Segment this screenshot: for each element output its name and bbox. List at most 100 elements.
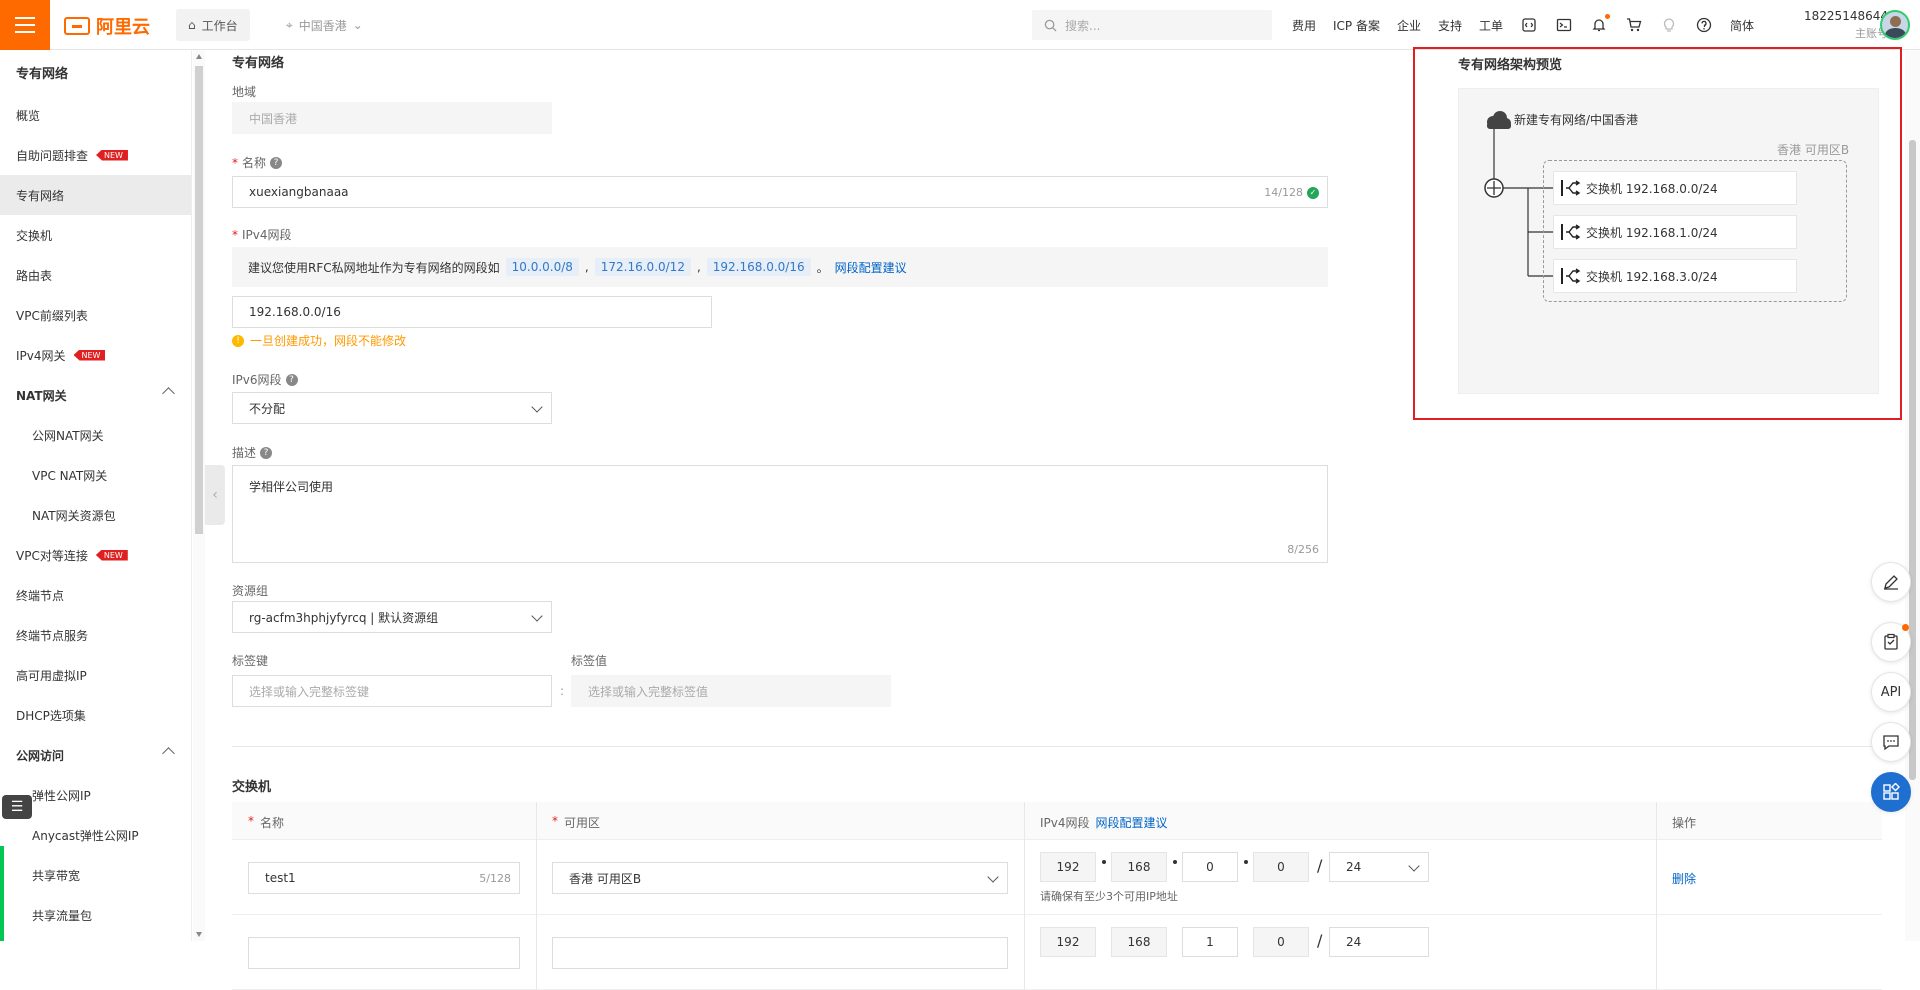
workbench-button[interactable]: ⌂ 工作台 (176, 9, 250, 41)
chevron-up-icon[interactable] (162, 747, 175, 760)
required-mark: * (552, 814, 558, 828)
sidebar-item[interactable]: 共享带宽 (0, 855, 191, 895)
zone-select[interactable]: 香港 可用区B (552, 862, 1008, 894)
notification-dot (1902, 624, 1909, 631)
chevron-up-icon[interactable] (162, 387, 175, 400)
sidebar-item[interactable]: 路由表 (0, 255, 191, 295)
description-textarea[interactable]: 学相伴公司使用 8/256 (232, 465, 1328, 563)
link-icp[interactable]: ICP 备案 (1333, 17, 1380, 34)
account-info[interactable]: 18225148644 主账号 (1798, 8, 1888, 42)
link-ticket[interactable]: 工单 (1479, 17, 1503, 34)
sidebar-item[interactable]: 公网访问 (0, 735, 191, 775)
ip-dot (1173, 860, 1177, 864)
ipv6-label: IPv6网段 ? (232, 371, 298, 388)
scroll-down-icon[interactable] (196, 932, 202, 937)
cidr-suggestion-192[interactable]: 192.168.0.0/16 (706, 258, 811, 276)
col-ipv4-text: IPv4网段 (1040, 816, 1090, 830)
vpc-name-input[interactable]: xuexiangbanaaa 14/128 ✓ (232, 176, 1328, 208)
lightbulb-icon[interactable] (1660, 16, 1678, 34)
sidebar-item[interactable]: 终端节点 (0, 575, 191, 615)
terminal-icon[interactable] (1555, 16, 1573, 34)
link-enterprise[interactable]: 企业 (1397, 17, 1421, 34)
workbench-label: 工作台 (201, 18, 238, 33)
ipv4-warning-text: 一旦创建成功，网段不能修改 (250, 334, 407, 348)
switch-cidr-advice-link[interactable]: 网段配置建议 (1096, 814, 1168, 831)
help-icon[interactable]: ? (260, 446, 273, 459)
col-zone-text: 可用区 (564, 816, 601, 830)
sidebar-item[interactable]: 公网NAT网关 (0, 415, 191, 455)
link-billing[interactable]: 费用 (1292, 17, 1316, 34)
switch-name-input[interactable] (248, 937, 520, 969)
cidr-suggestion-10[interactable]: 10.0.0.0/8 (505, 258, 579, 276)
sidebar-item[interactable]: 专有网络 (0, 175, 191, 215)
sidebar-item[interactable]: IPv4网关 NEW (0, 335, 191, 375)
sidebar-item[interactable]: DHCP选项集 (0, 695, 191, 735)
sidebar-item[interactable]: 交换机 (0, 215, 191, 255)
sidebar-collapse-handle[interactable]: ‹ (205, 465, 225, 525)
sidebar-item[interactable]: 概览 (0, 95, 191, 135)
api-icon[interactable]: API (1871, 672, 1911, 712)
link-support[interactable]: 支持 (1438, 17, 1462, 34)
help-icon[interactable] (1695, 16, 1713, 34)
aliyun-logo[interactable]: 阿里云 (64, 13, 150, 39)
edit-icon[interactable] (1871, 562, 1911, 602)
sidebar-item[interactable]: NAT网关资源包 (0, 495, 191, 535)
mask-select[interactable]: 24 (1329, 852, 1429, 882)
chevron-down-icon (531, 610, 543, 622)
scroll-up-icon[interactable] (196, 54, 202, 59)
desc-count: 8/256 (1287, 543, 1319, 556)
help-icon[interactable]: ? (285, 373, 298, 386)
sidebar-item-label: 公网访问 (16, 748, 65, 763)
region-label: 地域 (232, 83, 256, 100)
name-label-text: 名称 (242, 156, 267, 170)
bell-icon[interactable] (1590, 14, 1611, 34)
tag-value-input[interactable]: 选择或输入完整标签值 (571, 675, 891, 707)
preview-vpc-label: 新建专有网络/中国香港 (1514, 113, 1639, 127)
sidebar-item[interactable]: 终端节点服务 (0, 615, 191, 655)
zone-select[interactable] (552, 937, 1008, 969)
page-scroll-thumb[interactable] (1909, 140, 1916, 780)
help-icon[interactable]: ? (270, 156, 283, 169)
sidebar-item-label: 概览 (16, 108, 41, 123)
sidebar-scrollbar[interactable] (193, 50, 205, 941)
ipv4-label: * IPv4网段 (232, 226, 292, 243)
switch-section-title: 交换机 (232, 780, 272, 795)
cidr-advice-link[interactable]: 网段配置建议 (835, 259, 907, 276)
code-icon[interactable] (1520, 16, 1538, 34)
ipv4-label-text: IPv4网段 (242, 228, 292, 242)
ipv6-select[interactable]: 不分配 (232, 392, 552, 424)
page-scrollbar[interactable] (1905, 50, 1920, 941)
new-badge: NEW (73, 349, 106, 361)
language-switch[interactable]: 简体 (1730, 17, 1754, 34)
sidebar-item[interactable]: 高可用虚拟IP (0, 655, 191, 695)
tag-key-input[interactable]: 选择或输入完整标签键 (232, 675, 552, 707)
ip-octet-3-input[interactable]: 0 (1182, 852, 1238, 882)
sidebar-item-label: 专有网络 (16, 188, 65, 203)
switch-name-input[interactable]: test1 5/128 (248, 862, 520, 894)
sidebar-item[interactable]: Anycast弹性公网IP (0, 815, 191, 855)
sidebar-scroll-thumb[interactable] (195, 66, 203, 534)
cart-icon[interactable] (1625, 16, 1643, 34)
apps-icon[interactable] (1871, 772, 1911, 812)
menu-button[interactable] (0, 0, 50, 50)
sidebar-item[interactable]: VPC对等连接 NEW (0, 535, 191, 575)
sidebar-item[interactable]: NAT网关 (0, 375, 191, 415)
api-label: API (1880, 684, 1902, 700)
mask-select[interactable]: 24 (1329, 927, 1429, 957)
sidebar-item[interactable]: 共享流量包 (0, 895, 191, 935)
resource-group-select[interactable]: rg-acfm3hphjyfyrcq | 默认资源组 (232, 601, 552, 633)
region-selector[interactable]: ⌖ 中国香港 ⌄ (274, 9, 375, 41)
sidebar-item[interactable]: VPC NAT网关 (0, 455, 191, 495)
cidr-suggestion-172[interactable]: 172.16.0.0/12 (594, 258, 691, 276)
avatar[interactable] (1880, 10, 1910, 40)
sidebar-item[interactable]: VPC前缀列表 (0, 295, 191, 335)
ipv4-cidr-input[interactable]: 192.168.0.0/16 (232, 296, 712, 328)
chat-icon[interactable] (1871, 722, 1911, 762)
list-toggle-icon[interactable]: ☰ (2, 795, 32, 819)
clipboard-icon[interactable] (1871, 622, 1911, 662)
search-input[interactable]: 搜索... (1032, 10, 1272, 40)
char-counter: 14/128 ✓ (1264, 186, 1319, 199)
ip-octet-3-input[interactable]: 1 (1182, 927, 1238, 957)
sidebar-item[interactable]: 自助问题排查 NEW (0, 135, 191, 175)
delete-switch-button[interactable]: 删除 (1672, 870, 1696, 887)
